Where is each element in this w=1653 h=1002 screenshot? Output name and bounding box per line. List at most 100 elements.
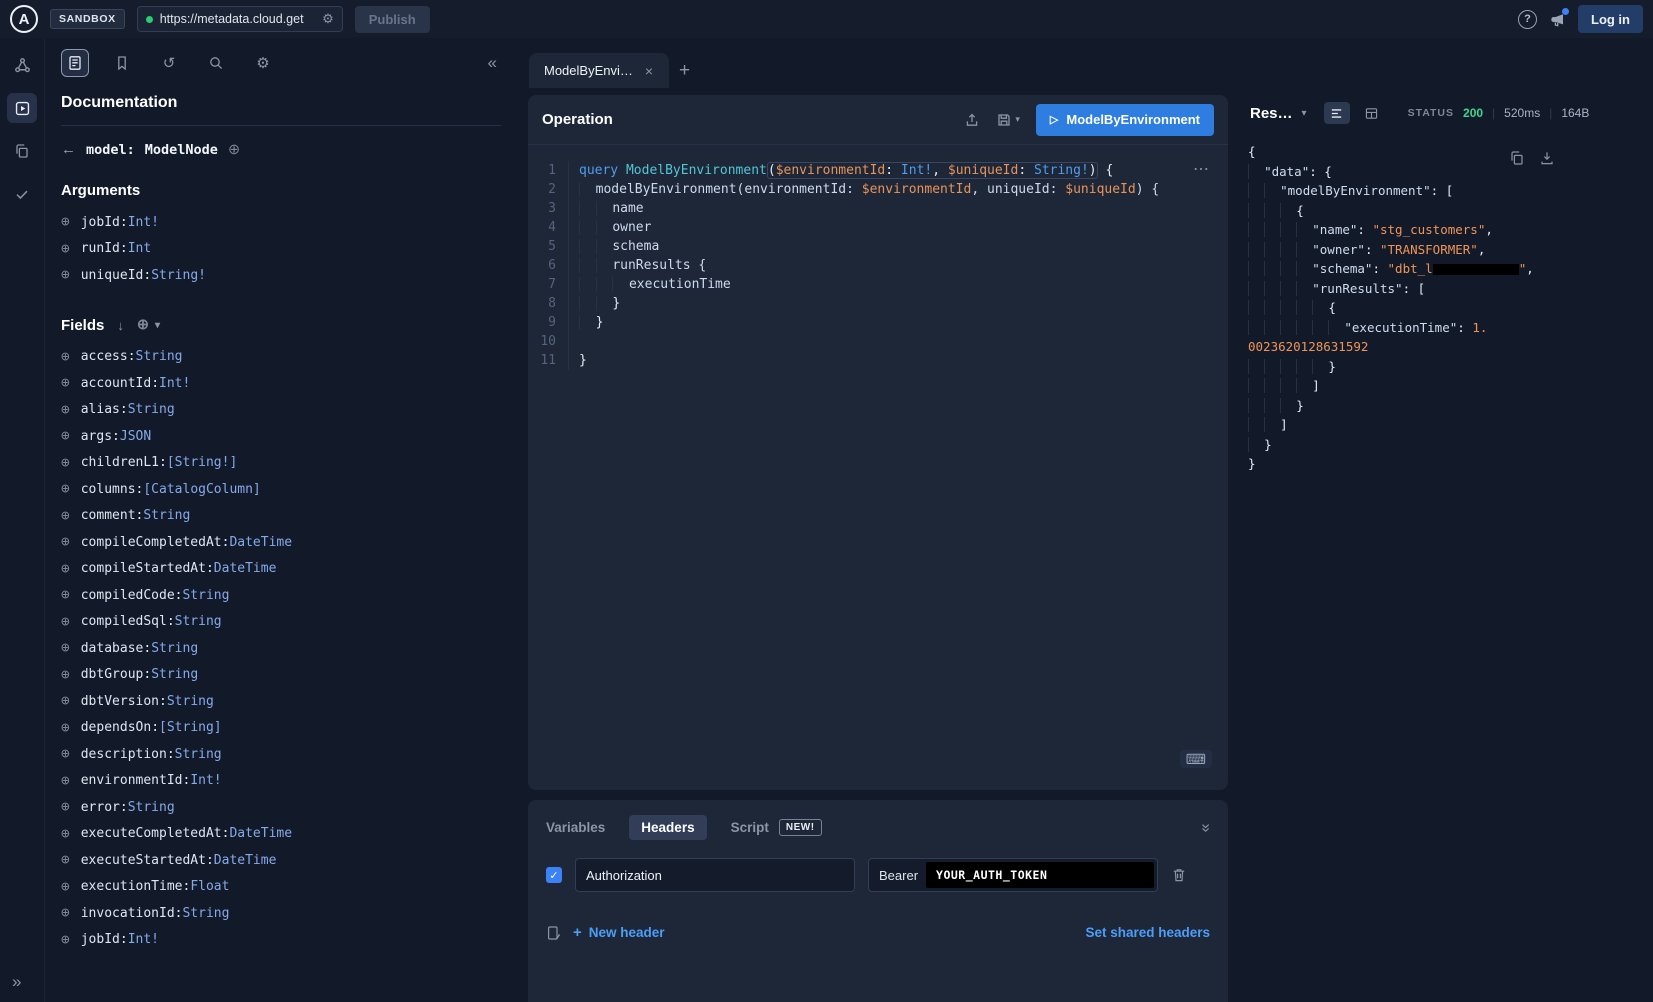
field-row[interactable]: ⊕compileStartedAt: DateTime — [61, 556, 519, 583]
add-field-icon[interactable]: ⊕ — [61, 481, 70, 497]
add-field-icon[interactable]: ⊕ — [61, 455, 70, 471]
add-field-icon[interactable]: ⊕ — [61, 693, 70, 709]
add-field-icon[interactable]: ⊕ — [61, 720, 70, 736]
response-chevron-icon[interactable]: ▾ — [1302, 108, 1307, 119]
add-field-icon[interactable]: ⊕ — [61, 508, 70, 524]
login-button[interactable]: Log in — [1578, 5, 1643, 33]
add-field-icon[interactable]: ⊕ — [61, 799, 70, 815]
search-icon[interactable] — [202, 49, 230, 77]
operation-collections-icon[interactable] — [7, 136, 37, 166]
run-operation-button[interactable]: ▷ ModelByEnvironment — [1036, 104, 1214, 136]
tab-script[interactable]: Script — [731, 820, 769, 835]
tab-headers[interactable]: Headers — [629, 815, 706, 840]
formatted-view-icon[interactable] — [1324, 102, 1350, 124]
history-icon[interactable]: ↺ — [155, 49, 183, 77]
field-row[interactable]: ⊕accountId: Int! — [61, 370, 519, 397]
endpoint-url-box[interactable]: https://metadata.cloud.get ⚙ — [137, 6, 343, 32]
field-row[interactable]: ⊕error: String — [61, 794, 519, 821]
graph-icon[interactable] — [7, 50, 37, 80]
bookmark-icon[interactable] — [108, 49, 136, 77]
field-row[interactable]: ⊕access: String — [61, 344, 519, 371]
add-field-icon[interactable]: ⊕ — [61, 640, 70, 656]
add-field-icon[interactable]: ⊕ — [61, 852, 70, 868]
add-field-icon[interactable]: ⊕ — [61, 667, 70, 683]
add-field-icon[interactable]: ⊕ — [61, 375, 70, 391]
chevron-down-icon[interactable]: ▾ — [155, 320, 160, 331]
expand-rail-icon[interactable]: » — [0, 972, 21, 992]
field-row[interactable]: ⊕dbtVersion: String — [61, 688, 519, 715]
field-row[interactable]: ⊕uniqueId: String! — [61, 262, 519, 289]
close-tab-icon[interactable]: × — [645, 63, 653, 79]
add-field-icon[interactable]: ⊕ — [61, 402, 70, 418]
field-row[interactable]: ⊕alias: String — [61, 397, 519, 424]
help-icon[interactable]: ? — [1518, 10, 1537, 29]
apollo-logo[interactable]: A — [10, 5, 38, 33]
add-field-icon[interactable]: ⊕ — [61, 614, 70, 630]
collapse-docs-icon[interactable]: « — [488, 53, 497, 73]
docs-settings-icon[interactable]: ⚙ — [249, 49, 277, 77]
add-field-icon[interactable]: ⊕ — [61, 773, 70, 789]
tab-variables[interactable]: Variables — [546, 820, 605, 835]
collapse-panel-icon[interactable]: » — [1197, 823, 1215, 832]
header-value-input[interactable]: Bearer YOUR_AUTH_TOKEN — [868, 858, 1158, 892]
add-field-icon[interactable]: ⊕ — [61, 267, 70, 283]
environment-settings-icon[interactable] — [546, 925, 562, 941]
header-key-input[interactable] — [575, 858, 855, 892]
editor-overflow-icon[interactable]: ⋯ — [1193, 159, 1210, 179]
new-tab-icon[interactable]: + — [679, 60, 690, 82]
back-icon[interactable]: ← — [61, 141, 76, 158]
field-row[interactable]: ⊕dbtGroup: String — [61, 662, 519, 689]
add-field-icon[interactable]: ⊕ — [61, 349, 70, 365]
add-fields-icon[interactable]: ⊕ — [137, 317, 149, 333]
explorer-icon[interactable] — [7, 93, 37, 123]
field-row[interactable]: ⊕args: JSON — [61, 423, 519, 450]
announcements-icon[interactable] — [1549, 11, 1566, 28]
auth-token-value[interactable]: YOUR_AUTH_TOKEN — [926, 862, 1154, 888]
endpoint-settings-icon[interactable]: ⚙ — [322, 11, 334, 27]
add-field-icon[interactable]: ⊕ — [61, 241, 70, 257]
sort-fields-icon[interactable]: ↓ — [117, 318, 124, 333]
add-field-icon[interactable]: ⊕ — [61, 879, 70, 895]
add-field-icon[interactable]: ⊕ — [61, 428, 70, 444]
keyboard-shortcuts-icon[interactable]: ⌨ — [1180, 750, 1212, 768]
publish-button[interactable]: Publish — [355, 6, 430, 33]
new-header-button[interactable]: + New header — [573, 924, 665, 941]
field-row[interactable]: ⊕dependsOn: [String] — [61, 715, 519, 742]
field-row[interactable]: ⊕environmentId: Int! — [61, 768, 519, 795]
add-field-icon[interactable]: ⊕ — [61, 587, 70, 603]
delete-header-icon[interactable] — [1171, 867, 1187, 883]
field-row[interactable]: ⊕executeStartedAt: DateTime — [61, 847, 519, 874]
field-row[interactable]: ⊕executionTime: Float — [61, 874, 519, 901]
field-row[interactable]: ⊕columns: [CatalogColumn] — [61, 476, 519, 503]
add-field-icon[interactable]: ⊕ — [61, 826, 70, 842]
breadcrumb-type[interactable]: ModelNode — [145, 142, 218, 158]
save-menu-chevron-icon[interactable]: ▾ — [1015, 114, 1020, 125]
add-field-icon[interactable]: ⊕ — [61, 561, 70, 577]
field-row[interactable]: ⊕database: String — [61, 635, 519, 662]
field-row[interactable]: ⊕executeCompletedAt: DateTime — [61, 821, 519, 848]
field-row[interactable]: ⊕compiledSql: String — [61, 609, 519, 636]
field-row[interactable]: ⊕comment: String — [61, 503, 519, 530]
add-field-icon[interactable]: ⊕ — [61, 534, 70, 550]
add-field-icon[interactable]: ⊕ — [61, 746, 70, 762]
set-shared-headers-button[interactable]: Set shared headers — [1085, 925, 1210, 940]
field-row[interactable]: ⊕description: String — [61, 741, 519, 768]
field-row[interactable]: ⊕childrenL1: [String!] — [61, 450, 519, 477]
add-field-icon[interactable]: ⊕ — [61, 214, 70, 230]
share-icon[interactable] — [964, 112, 980, 128]
add-field-icon[interactable]: ⊕ — [61, 932, 70, 948]
field-row[interactable]: ⊕compileCompletedAt: DateTime — [61, 529, 519, 556]
field-row[interactable]: ⊕compiledCode: String — [61, 582, 519, 609]
field-row[interactable]: ⊕runId: Int — [61, 236, 519, 263]
checklist-icon[interactable] — [7, 179, 37, 209]
documentation-tab-icon[interactable] — [61, 49, 89, 77]
add-field-icon[interactable]: ⊕ — [61, 905, 70, 921]
header-enabled-checkbox[interactable]: ✓ — [546, 867, 562, 883]
query-editor[interactable]: 1query ModelByEnvironment($environmentId… — [528, 153, 1228, 790]
field-row[interactable]: ⊕jobId: Int! — [61, 927, 519, 954]
add-all-fields-icon[interactable]: ⊕ — [228, 142, 240, 158]
save-icon[interactable]: ▾ — [996, 112, 1020, 128]
field-row[interactable]: ⊕jobId: Int! — [61, 209, 519, 236]
field-row[interactable]: ⊕invocationId: String — [61, 900, 519, 927]
tab-modelbyenvironment[interactable]: ModelByEnvi… × — [529, 53, 669, 88]
